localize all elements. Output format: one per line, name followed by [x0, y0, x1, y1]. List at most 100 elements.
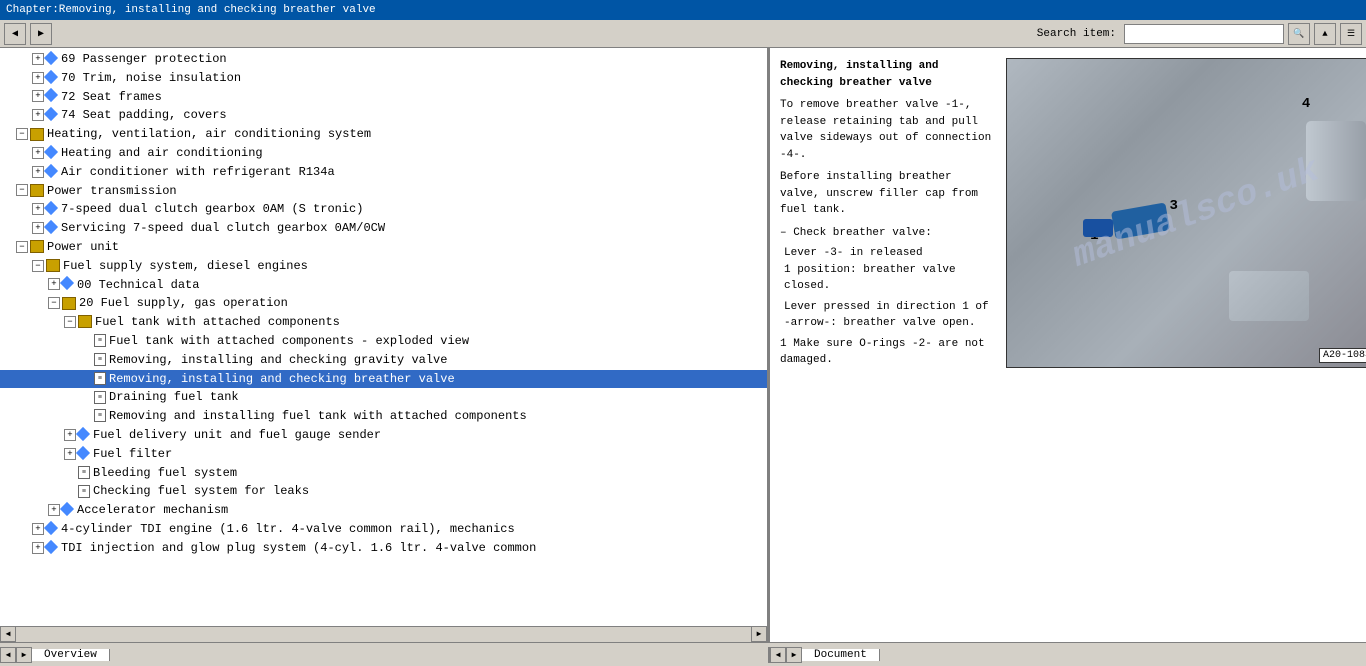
tree-item-19[interactable]: ≡Draining fuel tank [0, 388, 767, 407]
doc-icon: ≡ [94, 353, 106, 366]
tree-item-25[interactable]: +Accelerator mechanism [0, 501, 767, 520]
toolbar-menu[interactable]: ☰ [1340, 23, 1362, 45]
tree-item-14[interactable]: −20 Fuel supply, gas operation [0, 294, 767, 313]
tree-item-10[interactable]: + Servicing 7-speed dual clutch gearbox 0… [0, 219, 767, 238]
toolbar: ◀ ▶ Search item: 🔍 ▲ ☰ [0, 20, 1366, 48]
tree-item-20[interactable]: ≡Removing and installing fuel tank with … [0, 407, 767, 426]
toolbar-btn-2[interactable]: ▶ [30, 23, 52, 45]
status-nav-left-2[interactable]: ◀ [770, 647, 786, 663]
tree-item-17[interactable]: ≡Removing, installing and checking gravi… [0, 351, 767, 370]
collapse-icon[interactable]: − [16, 241, 28, 253]
tab-document[interactable]: Document [802, 649, 880, 661]
tree-item-12[interactable]: −Fuel supply system, diesel engines [0, 257, 767, 276]
collapse-icon[interactable]: − [64, 316, 76, 328]
tree-item-13[interactable]: +00 Technical data [0, 276, 767, 295]
doc-icon: ≡ [94, 372, 106, 385]
tree-item-label: TDI injection and glow plug system (4-cy… [61, 541, 536, 555]
technical-diagram: 1 2 3 4 manualsco.uk [1006, 58, 1366, 368]
expand-icon[interactable]: + [48, 278, 60, 290]
tree-item-26[interactable]: +4-cylinder TDI engine (1.6 ltr. 4-valve… [0, 520, 767, 539]
diamond-icon [44, 51, 58, 65]
doc-section-4: Lever -3- in released 1 position: breath… [780, 245, 996, 295]
expand-icon[interactable]: + [32, 166, 44, 178]
tree-view[interactable]: +69 Passenger protection+70 Trim, noise … [0, 48, 767, 626]
doc-icon: ≡ [78, 466, 90, 479]
tree-item-label: Servicing 7-speed dual clutch gearbox 0A… [61, 221, 385, 235]
tree-item-21[interactable]: + Fuel delivery unit and fuel gauge sende… [0, 426, 767, 445]
tree-item-5[interactable]: −Heating, ventilation, air conditioning … [0, 125, 767, 144]
expand-icon[interactable]: + [32, 109, 44, 121]
doc-icon: ≡ [94, 334, 106, 347]
tree-item-label: Removing and installing fuel tank with a… [109, 409, 527, 423]
diamond-icon [44, 220, 58, 234]
tab-overview-label: Overview [44, 649, 97, 661]
tree-item-9[interactable]: +7-speed dual clutch gearbox 0AM (S tron… [0, 200, 767, 219]
tree-item-label: 7-speed dual clutch gearbox 0AM (S troni… [61, 202, 363, 216]
expand-icon[interactable]: + [32, 53, 44, 65]
diamond-icon [76, 445, 90, 459]
diamond-icon [44, 107, 58, 121]
tree-item-6[interactable]: +Heating and air conditioning [0, 144, 767, 163]
diamond-icon [44, 70, 58, 84]
tree-item-1[interactable]: +69 Passenger protection [0, 50, 767, 69]
tree-item-27[interactable]: + TDI injection and glow plug system (4-c… [0, 539, 767, 558]
diamond-icon [76, 427, 90, 441]
search-btn-1[interactable]: 🔍 [1288, 23, 1310, 45]
expand-icon[interactable]: + [32, 542, 44, 554]
tree-item-2[interactable]: +70 Trim, noise insulation [0, 69, 767, 88]
expand-icon[interactable]: + [32, 523, 44, 535]
tree-item-label: 69 Passenger protection [61, 52, 227, 66]
section-2-text: Before installing breather valve, unscre… [780, 171, 978, 216]
collapse-icon[interactable]: − [16, 184, 28, 196]
collapse-icon[interactable]: − [32, 260, 44, 272]
diamond-icon [60, 276, 74, 290]
doc-section-3: – Check breather valve: [780, 225, 996, 242]
expand-icon[interactable]: + [64, 448, 76, 460]
diagram-label-4: 4 [1302, 96, 1310, 112]
doc-section-5: Lever pressed in direction 1 of -arrow-:… [780, 299, 996, 332]
status-nav-left[interactable]: ◀ [0, 647, 16, 663]
tree-item-23[interactable]: ≡Bleeding fuel system [0, 464, 767, 483]
expand-icon[interactable]: + [32, 203, 44, 215]
tab-overview[interactable]: Overview [32, 649, 110, 661]
search-btn-2[interactable]: ▲ [1314, 23, 1336, 45]
tree-item-16[interactable]: ≡Fuel tank with attached components - ex… [0, 332, 767, 351]
book-icon [78, 315, 92, 328]
expand-icon[interactable]: + [32, 222, 44, 234]
tree-item-18[interactable]: ≡Removing, installing and checking breat… [0, 370, 767, 389]
tree-item-8[interactable]: −Power transmission [0, 182, 767, 201]
tree-item-3[interactable]: +72 Seat frames [0, 88, 767, 107]
diamond-icon [44, 539, 58, 553]
tab-document-label: Document [814, 649, 867, 661]
tree-item-label: Fuel delivery unit and fuel gauge sender [93, 428, 381, 442]
tree-item-22[interactable]: +Fuel filter [0, 445, 767, 464]
status-nav-right-2[interactable]: ▶ [786, 647, 802, 663]
collapse-icon[interactable]: − [48, 297, 60, 309]
tree-item-24[interactable]: ≡Checking fuel system for leaks [0, 482, 767, 501]
expand-icon[interactable]: + [32, 90, 44, 102]
scroll-right[interactable]: ▶ [751, 626, 767, 642]
doc-image: 1 2 3 4 manualsco.uk [1006, 58, 1356, 632]
expand-icon[interactable]: + [64, 429, 76, 441]
doc-icon: ≡ [78, 485, 90, 498]
expand-icon[interactable]: + [32, 147, 44, 159]
expand-icon[interactable]: + [32, 72, 44, 84]
tree-item-7[interactable]: +Air conditioner with refrigerant R134a [0, 163, 767, 182]
tree-item-label: Power unit [47, 240, 119, 254]
status-bar: ◀ ▶ Overview ◀ ▶ Document [0, 642, 1366, 666]
expand-icon[interactable]: + [48, 504, 60, 516]
image-label: A20-10834 [1319, 348, 1366, 363]
left-panel: +69 Passenger protection+70 Trim, noise … [0, 48, 770, 642]
scroll-left[interactable]: ◀ [0, 626, 16, 642]
doc-title: Removing, installing and checking breath… [780, 58, 996, 91]
collapse-icon[interactable]: − [16, 128, 28, 140]
search-input[interactable] [1124, 24, 1284, 44]
tree-item-11[interactable]: − Power unit [0, 238, 767, 257]
left-bottom-bar: ◀ ▶ [0, 626, 767, 642]
tree-item-15[interactable]: −Fuel tank with attached components [0, 313, 767, 332]
section-5-text: Lever pressed in direction 1 of -arrow-:… [784, 301, 989, 330]
diagram-label-3: 3 [1170, 198, 1178, 214]
tree-item-4[interactable]: +74 Seat padding, covers [0, 106, 767, 125]
status-nav-right[interactable]: ▶ [16, 647, 32, 663]
toolbar-btn-1[interactable]: ◀ [4, 23, 26, 45]
